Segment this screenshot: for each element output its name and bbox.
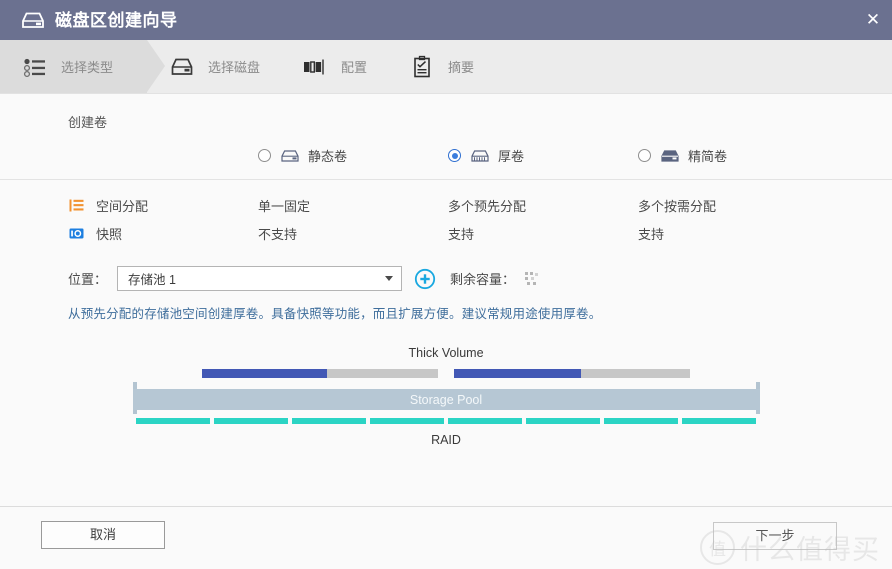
feature-label: 空间分配 bbox=[96, 198, 149, 214]
volume-diagram: Thick Volume Storage Pool RAID bbox=[0, 346, 892, 458]
diagram-bottom-label: RAID bbox=[431, 433, 461, 447]
list-options-icon bbox=[22, 54, 48, 80]
next-button[interactable]: 下一步 bbox=[713, 522, 837, 550]
radio-indicator[interactable] bbox=[448, 149, 461, 162]
radio-option-thin-volume[interactable]: 精简卷 bbox=[638, 146, 828, 165]
feature-value-thick: 多个预先分配 bbox=[448, 198, 527, 214]
radio-label: 厚卷 bbox=[498, 149, 525, 164]
page-title: 创建卷 bbox=[68, 115, 108, 130]
step-label: 摘要 bbox=[448, 60, 475, 75]
step-label: 配置 bbox=[341, 60, 368, 75]
feature-comparison-table: 空间分配 单一固定 多个预先分配 多个按需分配 快照 不支持 支持 支持 bbox=[0, 180, 892, 247]
static-volume-icon bbox=[280, 148, 300, 163]
step-label: 选择类型 bbox=[61, 60, 114, 75]
storage-pool-select-value: 存储池 1 bbox=[128, 273, 176, 287]
volume-bar-fill bbox=[202, 369, 328, 378]
feature-value-thin: 多个按需分配 bbox=[638, 198, 717, 214]
window-title-bar: 磁盘区创建向导 ✕ bbox=[0, 0, 892, 40]
raid-segment bbox=[604, 418, 678, 424]
volume-bar bbox=[202, 369, 438, 378]
feature-value-static: 单一固定 bbox=[258, 198, 311, 214]
radio-indicator[interactable] bbox=[638, 149, 651, 162]
step-select-disk[interactable]: 选择磁盘 bbox=[147, 40, 280, 93]
radio-label: 静态卷 bbox=[308, 149, 348, 164]
raid-segment bbox=[448, 418, 522, 424]
feature-value-thin: 支持 bbox=[638, 226, 665, 242]
snapshot-icon bbox=[68, 225, 85, 242]
location-label: 位置： bbox=[68, 272, 108, 287]
thin-volume-icon bbox=[660, 148, 680, 163]
step-select-type[interactable]: 选择类型 bbox=[0, 40, 166, 93]
nas-drive-icon bbox=[20, 10, 46, 30]
feature-name-snapshot: 快照 bbox=[68, 224, 258, 243]
wizard-footer: 取消 下一步 bbox=[0, 506, 892, 569]
volume-bars bbox=[0, 369, 892, 378]
wizard-content: 创建卷 静态卷 厚卷 精简卷 空间分配 单一固定 多个预先分配 多个按需分配 快… bbox=[0, 94, 892, 518]
plus-circle-icon[interactable] bbox=[414, 268, 436, 290]
step-configure[interactable]: 配置 bbox=[280, 40, 387, 93]
step-label: 选择磁盘 bbox=[208, 60, 261, 75]
volume-bar bbox=[454, 369, 690, 378]
close-icon[interactable]: ✕ bbox=[854, 0, 892, 40]
feature-value-static: 不支持 bbox=[258, 226, 298, 242]
radio-indicator[interactable] bbox=[258, 149, 271, 162]
raid-segment bbox=[292, 418, 366, 424]
wizard-steps: 选择类型 选择磁盘 配置 摘要 bbox=[0, 40, 892, 94]
table-row: 快照 不支持 支持 支持 bbox=[68, 219, 824, 247]
raid-segment bbox=[370, 418, 444, 424]
space-allocation-icon bbox=[68, 197, 85, 214]
raid-segments bbox=[136, 418, 756, 424]
nas-drive-icon bbox=[169, 54, 195, 80]
volume-blocks-icon bbox=[302, 54, 328, 80]
feature-name-space-allocation: 空间分配 bbox=[68, 196, 258, 215]
storage-pool-select[interactable]: 存储池 1 bbox=[117, 266, 403, 291]
clipboard-check-icon bbox=[409, 54, 435, 80]
radio-option-static-volume[interactable]: 静态卷 bbox=[258, 146, 448, 165]
raid-segment bbox=[214, 418, 288, 424]
storage-pool-label: Storage Pool bbox=[132, 389, 760, 410]
diagram-top-label: Thick Volume bbox=[408, 346, 484, 360]
location-row: 位置： 存储池 1 剩余容量： bbox=[0, 266, 892, 291]
loading-dots-icon bbox=[525, 272, 539, 285]
feature-value-thick: 支持 bbox=[448, 226, 475, 242]
remaining-capacity-label: 剩余容量： bbox=[450, 272, 516, 287]
cancel-button[interactable]: 取消 bbox=[41, 521, 165, 549]
storage-pool-band: Storage Pool bbox=[132, 382, 760, 414]
radio-label: 精简卷 bbox=[688, 149, 728, 164]
raid-segment bbox=[136, 418, 210, 424]
volume-description: 从预先分配的存储池空间创建厚卷。具备快照等功能，而且扩展方便。建议常规用途使用厚… bbox=[68, 307, 602, 321]
volume-type-options: 静态卷 厚卷 精简卷 bbox=[0, 146, 892, 180]
step-summary[interactable]: 摘要 bbox=[387, 40, 494, 93]
radio-option-thick-volume[interactable]: 厚卷 bbox=[448, 146, 638, 165]
raid-segment bbox=[682, 418, 756, 424]
volume-bar-fill bbox=[454, 369, 582, 378]
chevron-down-icon bbox=[385, 276, 394, 281]
feature-label: 快照 bbox=[96, 226, 123, 242]
table-row: 空间分配 单一固定 多个预先分配 多个按需分配 bbox=[68, 191, 824, 219]
raid-segment bbox=[526, 418, 600, 424]
window-title: 磁盘区创建向导 bbox=[55, 10, 178, 30]
thick-volume-icon bbox=[470, 148, 490, 163]
